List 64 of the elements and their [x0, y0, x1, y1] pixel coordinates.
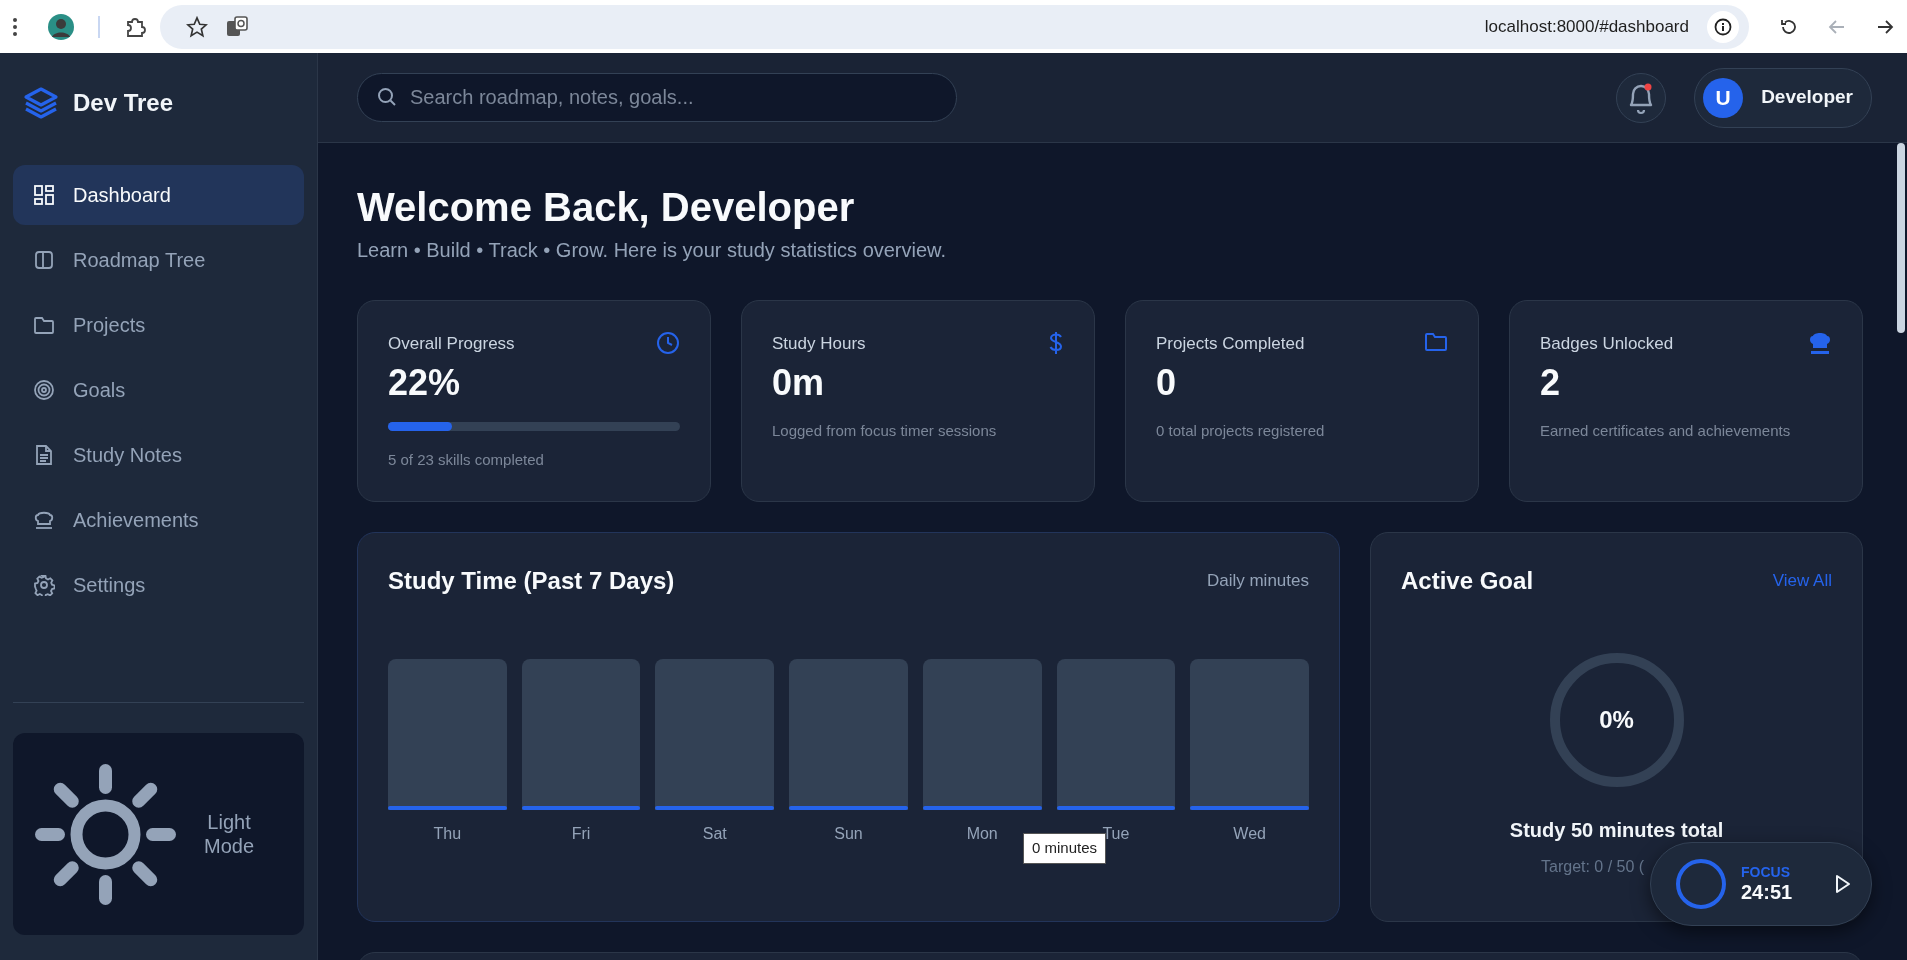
sidebar-item[interactable]: Roadmap Tree — [13, 230, 304, 290]
card-title: Study Time (Past 7 Days) — [388, 566, 675, 596]
day-label: Sun — [833, 824, 864, 844]
profile-avatar-icon[interactable] — [48, 13, 74, 40]
folder-icon — [33, 314, 55, 336]
sidebar-item[interactable]: Achievements — [13, 490, 304, 550]
stat-note: Earned certificates and achievements — [1540, 421, 1792, 442]
day-label: Fri — [570, 824, 592, 844]
play-button[interactable] — [1835, 874, 1851, 894]
folder-icon — [1424, 331, 1448, 353]
timer-time: 24:51 — [1741, 880, 1793, 903]
stat-value: 0m — [772, 362, 826, 403]
dollar-icon — [1048, 331, 1064, 355]
day-label: Thu — [432, 824, 463, 844]
stat-value: 2 — [1540, 362, 1562, 403]
focus-label: FOCUS — [1741, 865, 1791, 881]
welcome-title: Welcome Back, Developer — [357, 185, 856, 229]
stat-note: 0 total projects registered — [1156, 421, 1326, 442]
stat-value: 22% — [388, 362, 462, 403]
stat-label: Overall Progress — [388, 333, 515, 355]
menu-icon[interactable] — [12, 16, 18, 37]
stat-value: 0 — [1156, 362, 1178, 403]
sidebar-item[interactable]: Settings — [13, 555, 304, 615]
day-label: Sat — [701, 824, 728, 844]
view-all-link[interactable]: View All — [1772, 568, 1832, 594]
day-label: Wed — [1232, 824, 1267, 844]
user-menu-button[interactable]: U Developer — [1694, 67, 1872, 128]
search-icon — [377, 87, 397, 107]
theme-toggle-button[interactable]: Light Mode — [13, 733, 304, 935]
stat-note: 5 of 23 skills completed — [388, 450, 545, 471]
trophy-icon — [1808, 331, 1832, 355]
settings-icon — [33, 574, 55, 596]
stat-note: Logged from focus timer sessions — [772, 421, 998, 442]
clock-icon — [656, 331, 680, 355]
stat-label: Badges Unlocked — [1540, 333, 1674, 355]
search-field[interactable]: Search roadmap, notes, goals... — [357, 73, 957, 122]
goal-target: Target: 0 / 50 ( — [1541, 857, 1645, 877]
chart-tooltip: 0 minutes — [1023, 833, 1107, 864]
goal-name: Study 50 minutes total — [1509, 818, 1724, 843]
document-icon — [33, 444, 55, 466]
stat-label: Projects Completed — [1156, 333, 1305, 355]
user-avatar: U — [1703, 77, 1744, 118]
columns-icon — [33, 249, 55, 271]
sidebar-item[interactable]: Dashboard — [13, 165, 304, 225]
logo-icon — [23, 85, 59, 121]
welcome-subtitle: Learn • Build • Track • Grow. Here is your study statistics overview. — [357, 238, 947, 263]
timer-ring-icon — [1675, 858, 1727, 910]
sidebar-item[interactable]: Projects — [13, 295, 304, 355]
stat-label: Study Hours — [772, 333, 866, 355]
brand-name: Dev Tree — [73, 88, 174, 118]
extensions-icon[interactable] — [124, 15, 146, 38]
trophy-icon — [33, 509, 55, 531]
sidebar-item[interactable]: Study Notes — [13, 425, 304, 485]
chart-unit-label: Daily minutes — [1206, 570, 1309, 593]
day-label: Mon — [965, 824, 999, 844]
dashboard-icon — [33, 184, 55, 206]
scrollbar-thumb[interactable] — [1897, 143, 1905, 333]
star-icon[interactable] — [186, 15, 208, 38]
url-text[interactable]: localhost:8000/#dashboard — [1484, 13, 1689, 40]
site-info-icon[interactable] — [1707, 10, 1739, 43]
card-title: Active Goal — [1401, 566, 1534, 596]
goal-percent: 0% — [1599, 705, 1634, 735]
target-icon — [33, 379, 55, 401]
sidebar-item[interactable]: Goals — [13, 360, 304, 420]
